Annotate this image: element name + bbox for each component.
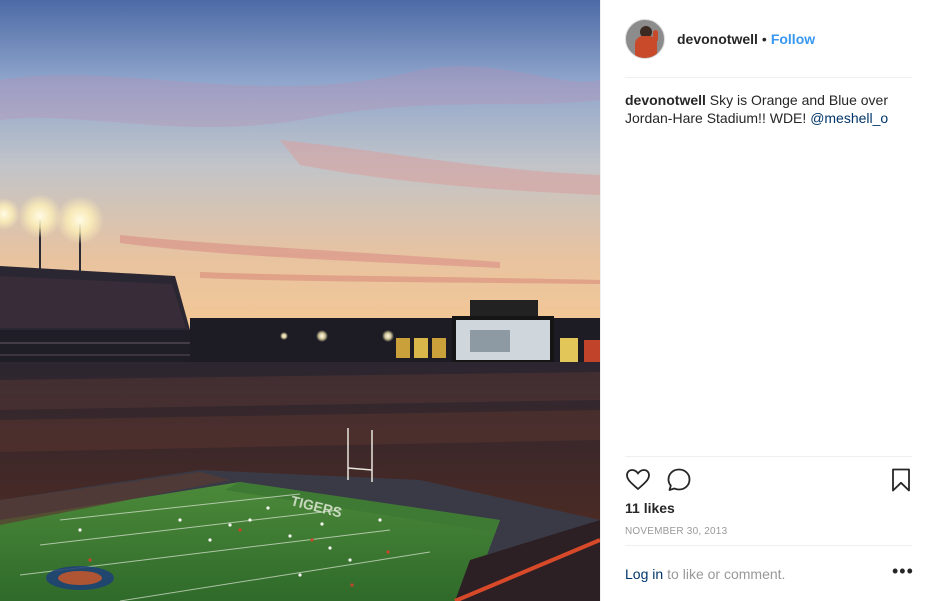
- action-bar: [625, 456, 912, 506]
- username-link[interactable]: devonotwell: [677, 31, 758, 47]
- post-header: devonotwell • Follow: [625, 18, 912, 78]
- bookmark-icon: [892, 468, 910, 492]
- avatar[interactable]: [625, 18, 665, 59]
- post-sidebar: devonotwell • Follow devonotwell Sky is …: [600, 0, 938, 601]
- likes-count[interactable]: 11 likes: [625, 500, 675, 516]
- comment-button[interactable]: [666, 467, 692, 493]
- instagram-post: TIGERS devonotwell • Follow devonotwell …: [0, 0, 938, 601]
- post-caption: devonotwell Sky is Orange and Blue over …: [625, 91, 895, 127]
- login-link[interactable]: Log in: [625, 566, 663, 582]
- save-button[interactable]: [888, 467, 914, 493]
- post-date: November 30, 2013: [625, 526, 728, 537]
- heart-icon: [626, 469, 650, 491]
- header-separator: •: [761, 30, 767, 47]
- stadium-photo-illustration: TIGERS: [0, 0, 600, 601]
- like-button[interactable]: [625, 467, 651, 493]
- more-options-icon[interactable]: •••: [892, 562, 913, 580]
- post-photo[interactable]: TIGERS: [0, 0, 600, 601]
- caption-mention-link[interactable]: @meshell_o: [810, 110, 888, 126]
- login-prompt-text: to like or comment.: [667, 565, 786, 582]
- avatar-arm-shape: [653, 29, 658, 42]
- follow-button[interactable]: Follow: [771, 31, 815, 47]
- caption-username-link[interactable]: devonotwell: [625, 92, 706, 108]
- comment-icon: [667, 468, 691, 491]
- comment-footer: Log in to like or comment. •••: [625, 545, 913, 601]
